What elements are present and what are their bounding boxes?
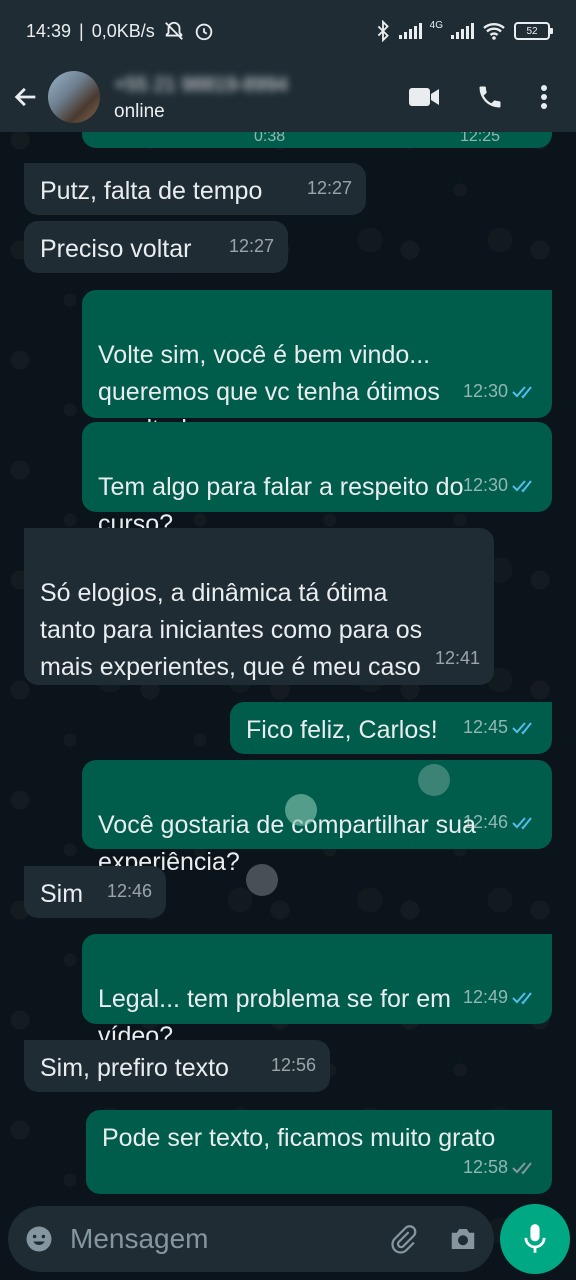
camera-icon[interactable] [448, 1225, 478, 1253]
attach-icon[interactable] [388, 1224, 418, 1254]
signal-icon-2 [451, 23, 474, 39]
chat-header: +55 21 98819-8994 online [0, 62, 576, 132]
message-time: 12:27 [228, 236, 274, 256]
message-input[interactable]: Mensagem [70, 1223, 388, 1255]
touch-indicator [246, 864, 278, 896]
read-ticks-icon [512, 816, 532, 829]
read-ticks-icon [512, 721, 532, 734]
voice-record-button[interactable] [500, 1204, 570, 1274]
notifications-off-icon [164, 21, 183, 40]
message-outgoing[interactable]: Pode ser texto, ficamos muito grato 12:5… [86, 1110, 552, 1194]
delivered-ticks-icon [512, 1161, 532, 1174]
message-outgoing[interactable]: Fico feliz, Carlos! 12:45 [230, 702, 552, 754]
microphone-icon [524, 1224, 546, 1253]
lte-label: 4G [429, 20, 443, 31]
message-outgoing[interactable]: Legal... tem problema se for em vídeo? 1… [82, 934, 552, 1050]
message-time: 12:46 [106, 881, 152, 901]
message-time: 12:58 [463, 1149, 538, 1186]
contact-info[interactable]: +55 21 98819-8994 online [114, 72, 408, 123]
video-call-icon[interactable] [408, 86, 440, 108]
message-outgoing[interactable]: Tem algo para falar a respeito do curso?… [82, 422, 552, 538]
contact-name: +55 21 98819-8994 [114, 73, 289, 96]
signal-icon [398, 23, 422, 39]
contact-status: online [114, 100, 165, 122]
message-incoming[interactable]: Sim 12:46 [24, 866, 166, 918]
message-time: 12:46 [463, 804, 538, 841]
message-time: 12:45 [463, 709, 538, 746]
message-time: 12:41 [434, 648, 480, 668]
message-time: 12:27 [306, 178, 352, 198]
message-time: 12:30 [463, 373, 538, 410]
bluetooth-icon [377, 20, 389, 42]
avatar[interactable] [48, 71, 100, 123]
message-time: 12:49 [463, 979, 538, 1016]
message-composer: Mensagem [8, 1206, 494, 1272]
emoji-icon[interactable] [24, 1224, 54, 1254]
more-options-icon[interactable] [540, 84, 548, 110]
message-outgoing[interactable]: Volte sim, você é bem vindo... queremos … [82, 290, 552, 443]
message-incoming[interactable]: Sim, prefiro texto 12:56 [24, 1040, 330, 1092]
touch-indicator [285, 794, 317, 826]
wifi-icon [483, 23, 505, 40]
alarm-icon [195, 23, 213, 41]
back-arrow-icon[interactable] [12, 83, 40, 111]
battery-icon: 52 [514, 22, 553, 40]
read-ticks-icon [512, 479, 532, 492]
message-outgoing[interactable]: Você gostaria de compartilhar sua experi… [82, 760, 552, 876]
message-time: 12:30 [463, 467, 538, 504]
status-bar: 14:39 | 0,0KB/s 4G 52 [0, 0, 576, 62]
clock: 14:39 [26, 20, 72, 41]
message-time: 12:56 [270, 1055, 316, 1075]
message-incoming[interactable]: Só elogios, a dinâmica tá ótima tanto pa… [24, 528, 494, 685]
voice-call-icon[interactable] [476, 83, 504, 111]
network-speed: 0,0KB/s [91, 20, 155, 41]
message-incoming[interactable]: Preciso voltar 12:27 [24, 221, 288, 273]
read-ticks-icon [512, 991, 532, 1004]
message-incoming[interactable]: Putz, falta de tempo 12:27 [24, 163, 366, 215]
read-ticks-icon [512, 385, 532, 398]
touch-indicator [418, 764, 450, 796]
